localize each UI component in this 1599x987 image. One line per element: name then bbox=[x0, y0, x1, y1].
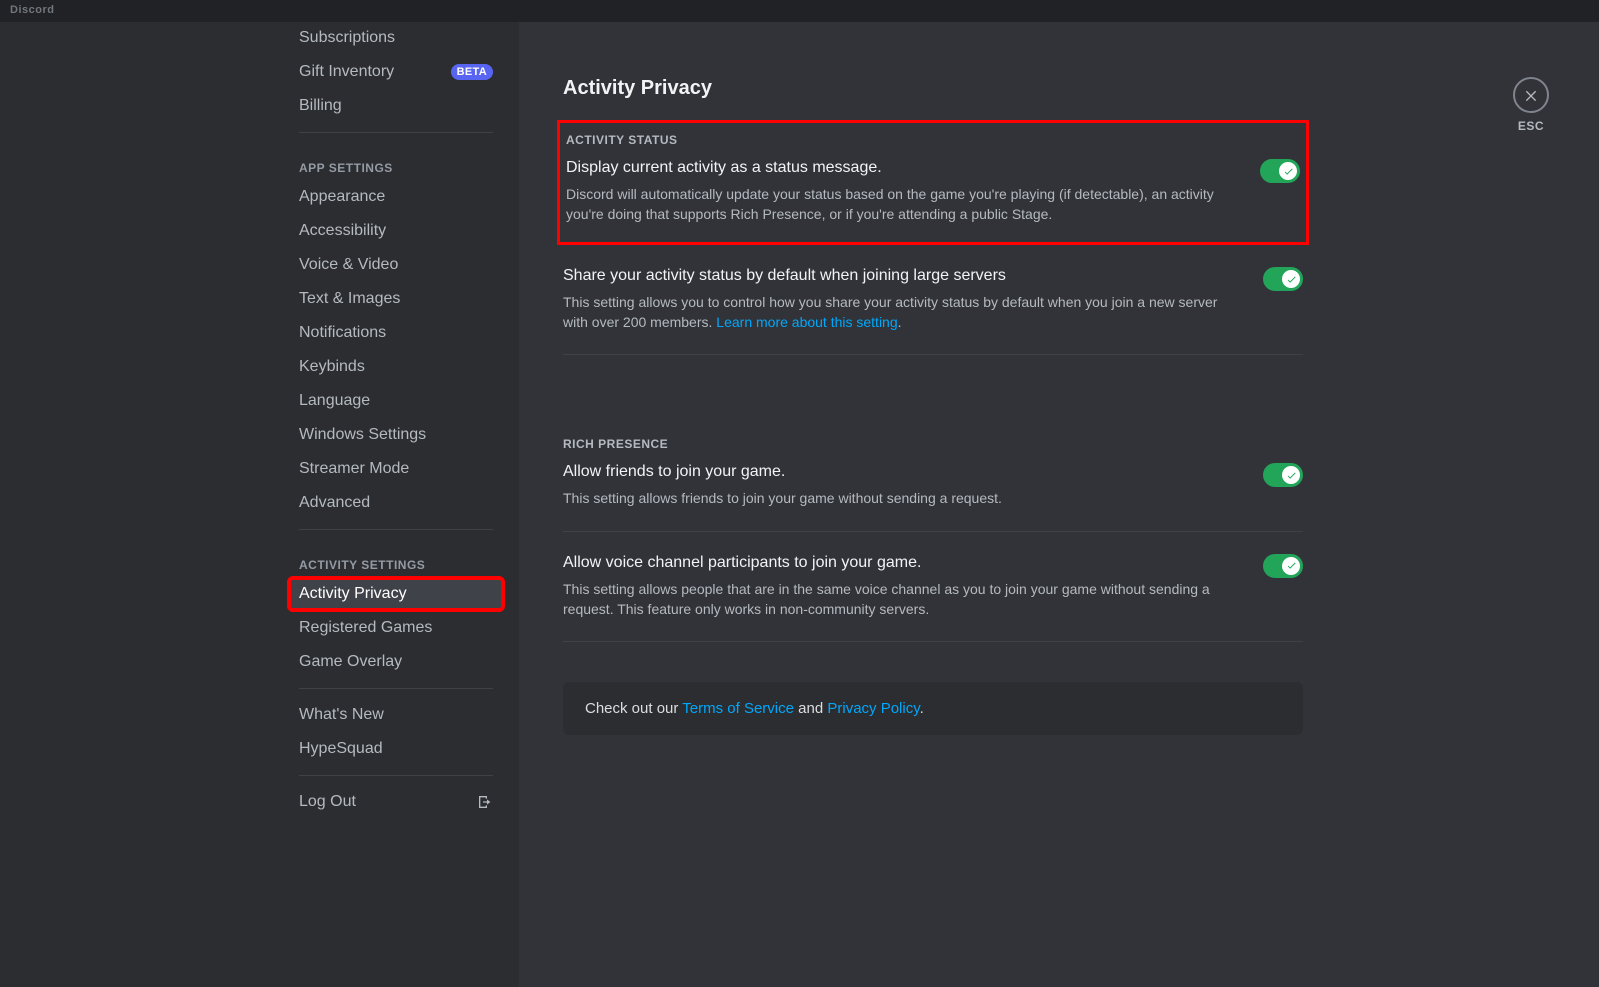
tos-notice: Check out our Terms of Service and Priva… bbox=[563, 682, 1303, 735]
sidebar-item-advanced[interactable]: Advanced bbox=[289, 487, 503, 519]
sidebar-item-label: Game Overlay bbox=[299, 653, 402, 671]
toggle-share-large-servers[interactable] bbox=[1263, 267, 1303, 291]
sidebar-item-label: Text & Images bbox=[299, 290, 400, 308]
sidebar-item-label: Notifications bbox=[299, 324, 386, 342]
check-icon bbox=[1286, 274, 1297, 285]
setting-title-share-large-servers: Share your activity status by default wh… bbox=[563, 267, 1243, 285]
sidebar-item-windows-settings[interactable]: Windows Settings bbox=[289, 419, 503, 451]
tos-link[interactable]: Terms of Service bbox=[682, 700, 794, 717]
sidebar-item-label: Windows Settings bbox=[299, 426, 426, 444]
sidebar-divider bbox=[299, 132, 493, 133]
setting-desc: This setting allows friends to join your… bbox=[563, 489, 1002, 509]
sidebar-item-label: Billing bbox=[299, 97, 342, 115]
sidebar-section-activity-settings: ACTIVITY SETTINGS bbox=[289, 540, 503, 578]
close-button[interactable] bbox=[1513, 77, 1549, 113]
sidebar-item-label: Subscriptions bbox=[299, 29, 395, 47]
sidebar-divider bbox=[299, 529, 493, 530]
learn-more-link[interactable]: Learn more about this setting bbox=[716, 314, 897, 330]
page-title: Activity Privacy bbox=[563, 77, 1303, 100]
sidebar-item-label: Appearance bbox=[299, 188, 385, 206]
sidebar-item-label: HypeSquad bbox=[299, 740, 383, 758]
sidebar-item-language[interactable]: Language bbox=[289, 385, 503, 417]
section-header-rich-presence: RICH PRESENCE bbox=[563, 437, 1303, 451]
sidebar-item-label: Voice & Video bbox=[299, 256, 398, 274]
highlighted-setting-block: ACTIVITY STATUS Display current activity… bbox=[557, 120, 1309, 245]
sidebar-item-whats-new[interactable]: What's New bbox=[289, 699, 503, 731]
setting-title-allow-voice-join: Allow voice channel participants to join… bbox=[563, 554, 1243, 572]
logout-icon bbox=[477, 794, 493, 810]
sidebar-item-label: Gift Inventory bbox=[299, 63, 394, 81]
settings-content: ESC Activity Privacy ACTIVITY STATUS Dis… bbox=[519, 22, 1599, 987]
sidebar-item-label: Accessibility bbox=[299, 222, 386, 240]
privacy-link[interactable]: Privacy Policy bbox=[827, 700, 919, 717]
setting-divider bbox=[563, 531, 1303, 532]
sidebar-item-label: Keybinds bbox=[299, 358, 365, 376]
sidebar-item-billing[interactable]: Billing bbox=[289, 90, 503, 122]
setting-desc: Discord will automatically update your s… bbox=[566, 185, 1240, 224]
beta-badge: BETA bbox=[451, 64, 493, 80]
sidebar-section-app-settings: APP SETTINGS bbox=[289, 143, 503, 181]
toggle-knob bbox=[1279, 162, 1297, 180]
sidebar-item-notifications[interactable]: Notifications bbox=[289, 317, 503, 349]
sidebar-item-text-images[interactable]: Text & Images bbox=[289, 283, 503, 315]
sidebar-item-label: Advanced bbox=[299, 494, 370, 512]
sidebar-item-registered-games[interactable]: Registered Games bbox=[289, 612, 503, 644]
sidebar-item-label: Streamer Mode bbox=[299, 460, 409, 478]
setting-title-allow-friends-join: Allow friends to join your game. bbox=[563, 463, 1002, 481]
sidebar-divider bbox=[299, 775, 493, 776]
close-icon bbox=[1523, 87, 1539, 103]
sidebar-item-voice-video[interactable]: Voice & Video bbox=[289, 249, 503, 281]
settings-sidebar: Subscriptions Gift Inventory BETA Billin… bbox=[0, 22, 519, 987]
toggle-allow-voice-join[interactable] bbox=[1263, 554, 1303, 578]
sidebar-item-label: Language bbox=[299, 392, 370, 410]
setting-desc: This setting allows people that are in t… bbox=[563, 580, 1243, 619]
sidebar-item-label: Registered Games bbox=[299, 619, 432, 637]
window-titlebar: Discord bbox=[0, 0, 1599, 22]
toggle-knob bbox=[1282, 270, 1300, 288]
sidebar-item-label: Activity Privacy bbox=[299, 585, 407, 603]
sidebar-item-appearance[interactable]: Appearance bbox=[289, 181, 503, 213]
setting-divider bbox=[563, 354, 1303, 355]
toggle-knob bbox=[1282, 557, 1300, 575]
toggle-knob bbox=[1282, 466, 1300, 484]
toggle-display-activity[interactable] bbox=[1260, 159, 1300, 183]
sidebar-item-gift-inventory[interactable]: Gift Inventory BETA bbox=[289, 56, 503, 88]
sidebar-item-activity-privacy[interactable]: Activity Privacy bbox=[289, 578, 503, 610]
close-label: ESC bbox=[1518, 119, 1544, 133]
sidebar-item-subscriptions[interactable]: Subscriptions bbox=[289, 22, 503, 54]
sidebar-divider bbox=[299, 688, 493, 689]
toggle-allow-friends-join[interactable] bbox=[1263, 463, 1303, 487]
sidebar-item-accessibility[interactable]: Accessibility bbox=[289, 215, 503, 247]
sidebar-item-hypesquad[interactable]: HypeSquad bbox=[289, 733, 503, 765]
setting-desc: This setting allows you to control how y… bbox=[563, 293, 1243, 332]
section-header-activity-status: ACTIVITY STATUS bbox=[566, 133, 1300, 147]
sidebar-item-label: What's New bbox=[299, 706, 384, 724]
check-icon bbox=[1286, 560, 1297, 571]
sidebar-item-keybinds[interactable]: Keybinds bbox=[289, 351, 503, 383]
setting-divider bbox=[563, 641, 1303, 642]
check-icon bbox=[1283, 166, 1294, 177]
sidebar-item-logout[interactable]: Log Out bbox=[289, 786, 503, 818]
sidebar-item-game-overlay[interactable]: Game Overlay bbox=[289, 646, 503, 678]
setting-title-display-activity: Display current activity as a status mes… bbox=[566, 159, 1240, 177]
check-icon bbox=[1286, 470, 1297, 481]
sidebar-item-streamer-mode[interactable]: Streamer Mode bbox=[289, 453, 503, 485]
sidebar-item-label: Log Out bbox=[299, 793, 356, 811]
